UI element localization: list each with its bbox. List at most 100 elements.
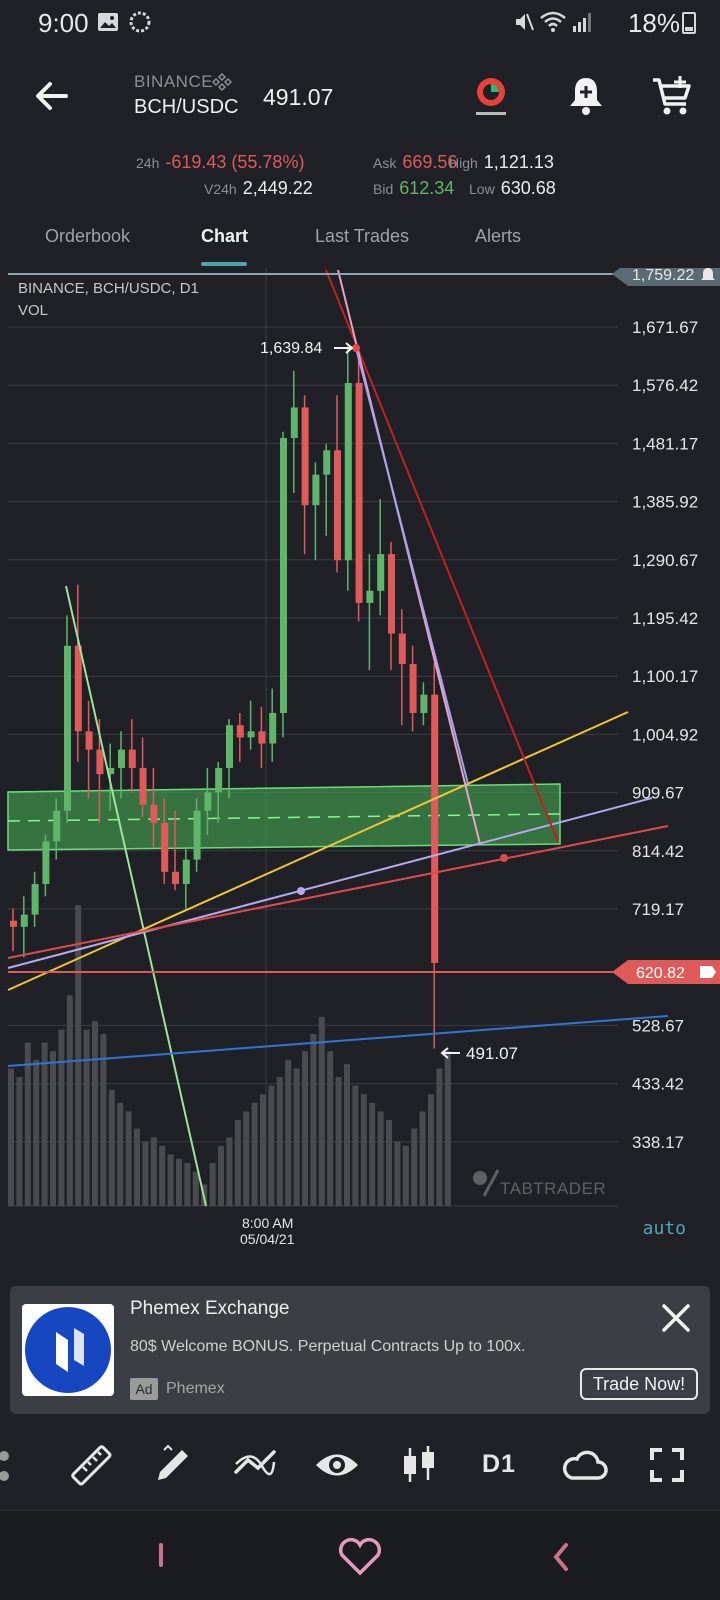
tabtrader-watermark: TABTRADER [473, 1169, 606, 1198]
chart-caption: BINANCE, BCH/USDC, D1 VOL [18, 278, 199, 322]
volume-bar [310, 1034, 317, 1206]
candle-body [247, 731, 255, 738]
trendline-lavender-handle[interactable] [297, 887, 305, 895]
support-zone[interactable] [7, 783, 561, 851]
trading-pair[interactable]: BCH/USDC [134, 96, 238, 119]
price-tick-label: 338.17 [632, 1133, 684, 1152]
time-label-date: 05/04/21 [240, 1231, 295, 1247]
volume-bar [125, 1111, 132, 1206]
last-arrow-icon [440, 1047, 460, 1059]
candle-body [161, 822, 169, 872]
candle-body [53, 810, 61, 842]
chart-canvas[interactable]: 1,639.84 491.07 1,671.67 1,576.42 1,481.17… [0, 268, 720, 1258]
currency-com-logo[interactable] [466, 72, 516, 122]
price-tick-label: 814.42 [632, 842, 684, 861]
price-axis: 1,671.67 1,576.42 1,481.17 1,385.92 1,290.67… [632, 318, 698, 1152]
price-chart[interactable]: 1,639.84 491.07 1,671.67 1,576.42 1,481.17… [0, 268, 720, 1258]
alert-price-value: 1,759.22 [632, 268, 694, 284]
volume-24h-value: 2,449.22 [242, 178, 313, 198]
system-nav-bar [0, 1510, 720, 1600]
candle-body [139, 767, 147, 805]
volume-bar [260, 1094, 266, 1206]
volume-bar [8, 1068, 14, 1206]
bid-label: Bid [373, 181, 394, 197]
clock: 9:00 [38, 8, 89, 38]
tab-alerts[interactable]: Alerts [475, 226, 521, 247]
price-tick-label: 1,576.42 [632, 376, 698, 395]
back-arrow-icon[interactable] [30, 74, 74, 118]
price-tick-label: 433.42 [632, 1075, 684, 1094]
candle-body [420, 694, 428, 713]
ad-banner[interactable]: Phemex Exchange 80$ Welcome BONUS. Perpe… [10, 1286, 710, 1414]
home-heart-icon[interactable] [336, 1537, 384, 1577]
volume-bar [234, 1120, 241, 1206]
candle-body [226, 725, 233, 768]
sync-icon [129, 11, 151, 33]
chart-caption-symbol: BINANCE, BCH/USDC, D1 [18, 280, 199, 297]
wifi-icon [540, 11, 566, 32]
candles [10, 346, 439, 1049]
close-icon[interactable] [658, 1300, 694, 1336]
volume-bar [436, 1068, 443, 1206]
candle-body [74, 645, 82, 732]
volume-bar [41, 1042, 48, 1206]
volume-bar [352, 1085, 359, 1206]
indicators-icon[interactable] [232, 1442, 278, 1488]
gallery-icon [98, 13, 118, 31]
volume-bar [411, 1128, 418, 1206]
volume-bar [402, 1145, 409, 1206]
volume-bar [369, 1102, 376, 1206]
candle-body [258, 731, 266, 744]
chart-caption-indicator: VOL [18, 302, 49, 319]
volume-bar [83, 1029, 90, 1206]
trendline-blue[interactable] [7, 1015, 669, 1067]
price-tick-label: 1,195.42 [632, 609, 698, 628]
trendline-red-handle[interactable] [500, 854, 508, 862]
price-tick-label: 1,290.67 [632, 551, 698, 570]
candle-body [42, 841, 50, 885]
candle-body [398, 633, 406, 665]
volume-bar [159, 1145, 166, 1206]
order-price-tag[interactable]: 620.82 [612, 960, 720, 984]
add-alert-bell-icon[interactable] [564, 74, 608, 118]
visibility-eye-icon[interactable] [314, 1442, 360, 1488]
tab-chart[interactable]: Chart [201, 226, 248, 247]
volume-bar [150, 1137, 157, 1206]
timeframe-selector[interactable]: D1 [482, 1450, 516, 1479]
trade-now-button[interactable]: Trade Now! [580, 1368, 698, 1400]
auto-scale-toggle[interactable]: auto [643, 1218, 686, 1239]
share-icon[interactable] [0, 1442, 42, 1488]
candlestick-type-icon[interactable] [396, 1442, 442, 1488]
volume-bar [16, 1077, 23, 1206]
add-to-cart-icon[interactable] [650, 74, 694, 118]
volume-bar [50, 1051, 56, 1206]
back-nav-icon[interactable] [546, 1539, 576, 1575]
cloud-icon[interactable] [562, 1442, 608, 1488]
phemex-logo-icon [25, 1307, 111, 1393]
high: High 1,121.13 [449, 152, 554, 173]
candle-body [172, 871, 179, 885]
volume-bar [243, 1111, 250, 1206]
tab-orderbook[interactable]: Orderbook [45, 226, 130, 247]
recents-icon[interactable] [146, 1537, 176, 1573]
header: BINANCE BCH/USDC 491.07 [0, 50, 720, 150]
peak-arrow-icon [334, 342, 354, 354]
volume-bar [377, 1111, 384, 1206]
market-stats: 24h -619.43 (55.78%) Ask 669.56 High 1,121.… [0, 148, 720, 208]
candle-body [377, 554, 385, 591]
volume-bar [251, 1102, 258, 1206]
fullscreen-icon[interactable] [644, 1442, 690, 1488]
ruler-icon[interactable] [68, 1442, 114, 1488]
candle-body [269, 712, 277, 744]
price-tick-label: 528.67 [632, 1016, 684, 1035]
volume-bar [134, 1128, 140, 1206]
tab-last-trades[interactable]: Last Trades [315, 226, 409, 247]
candle-body [204, 792, 212, 811]
volume-bar [226, 1137, 233, 1206]
candle-body [10, 920, 17, 927]
volume-bar [92, 1021, 98, 1206]
currency-com-icon [476, 78, 506, 115]
candle-body [193, 810, 201, 860]
draw-pencil-icon[interactable] [150, 1442, 196, 1488]
alert-price-tag[interactable]: 1,759.22 [612, 268, 720, 286]
